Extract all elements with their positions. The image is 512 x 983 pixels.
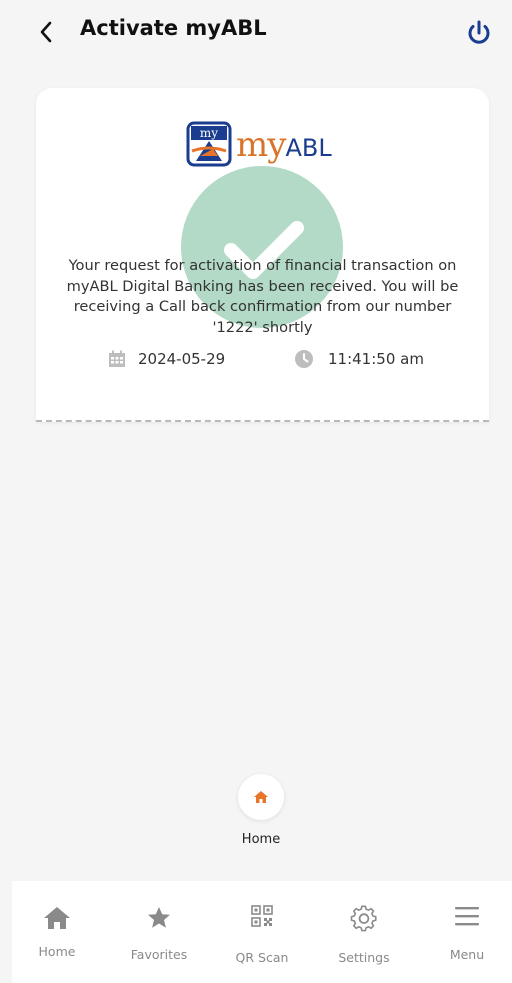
logo-wordmark: myABL: [236, 125, 332, 165]
nav-label-menu: Menu: [449, 947, 485, 962]
home-icon: [254, 791, 268, 803]
logout-button[interactable]: [464, 18, 494, 48]
star-icon: [148, 907, 170, 928]
calendar-icon: [109, 350, 125, 367]
bottom-navigation: Home Favorites QR Scan Settings Menu: [12, 881, 512, 983]
myabl-logo: my myABL: [186, 121, 346, 169]
nav-item-settings[interactable]: Settings: [319, 881, 409, 983]
confirmation-message: Your request for activation of financial…: [66, 257, 459, 336]
confirmation-card: my myABL Your request for activation of …: [36, 88, 489, 422]
qr-code-icon: [251, 905, 273, 927]
timestamp-row: 2024-05-29 11:41:50 am: [36, 346, 489, 372]
home-shortcut-label: Home: [241, 832, 281, 847]
nav-label-favorites: Favorites: [130, 947, 188, 962]
home-icon: [44, 907, 70, 929]
home-shortcut-button[interactable]: [238, 774, 284, 820]
hamburger-menu-icon: [455, 907, 479, 926]
nav-item-menu[interactable]: Menu: [422, 881, 512, 983]
page-title: Activate myABL: [80, 16, 267, 40]
myabl-logo-icon: my: [186, 121, 232, 167]
logo-word: my: [236, 125, 286, 165]
request-date: 2024-05-29: [138, 350, 226, 368]
nav-label-settings: Settings: [338, 950, 390, 965]
nav-label-home: Home: [38, 944, 76, 959]
chevron-left-icon: [40, 21, 52, 43]
top-bar: Activate myABL: [0, 0, 512, 64]
back-button[interactable]: [34, 18, 58, 46]
nav-item-qr-scan[interactable]: QR Scan: [217, 881, 307, 983]
clock-icon: [295, 350, 313, 368]
request-time: 11:41:50 am: [328, 350, 424, 368]
logo-badge-text: my: [200, 126, 218, 140]
logo-suffix: ABL: [285, 134, 332, 162]
nav-item-home[interactable]: Home: [12, 881, 102, 983]
nav-label-qr-scan: QR Scan: [235, 950, 289, 965]
nav-item-favorites[interactable]: Favorites: [114, 881, 204, 983]
power-icon: [468, 20, 490, 44]
gear-icon: [350, 905, 377, 932]
